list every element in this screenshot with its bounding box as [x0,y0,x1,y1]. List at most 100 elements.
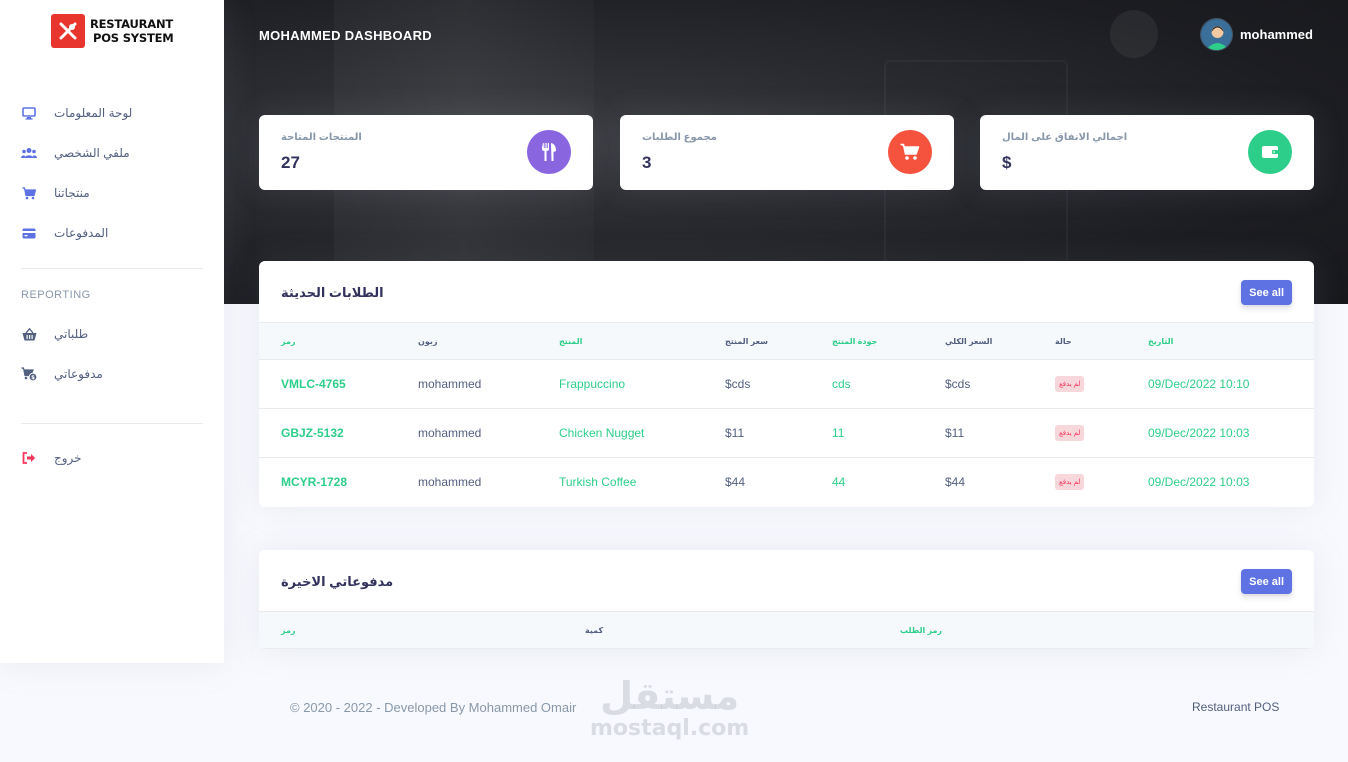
utensils-icon [527,130,571,174]
restaurant-logo-icon [51,14,85,48]
order-quantity: 11 [832,426,845,440]
order-total: $cds [945,377,971,391]
card-title: مدفوعاتي الاخيرة [281,574,394,589]
stat-value: $ [1002,153,1012,172]
stat-title: مجموع الطلبات [642,132,717,143]
order-code: MCYR-1728 [281,475,348,489]
order-customer: mohammed [418,475,482,489]
sidebar-item-payments[interactable]: المدفوعات [0,213,224,253]
table-header: رمز كمية رمز الطلب [259,612,1314,649]
brand-logo[interactable]: RESTAURANT POS SYSTEM [51,14,174,48]
sign-out-icon [21,450,37,466]
stat-value: 3 [642,153,652,172]
cart-dollar-icon: $ [21,366,37,382]
order-date: 09/Dec/2022 10:10 [1148,377,1250,391]
basket-icon [21,326,37,342]
table-row: VMLC-4765 mohammed Frappuccino $cds cds … [259,360,1314,409]
sidebar-heading-reporting: REPORTING [21,289,91,301]
order-price: $44 [725,475,746,489]
status-badge: لم يدفع [1055,376,1085,392]
order-product: Frappuccino [559,377,626,391]
sidebar-item-products[interactable]: منتجاتنا [0,173,224,213]
sidebar-item-label: المدفوعات [54,226,109,240]
order-price: $11 [725,426,745,440]
sidebar-item-my-orders[interactable]: طلباتي [0,314,224,354]
sidebar-divider [21,423,203,424]
order-customer: mohammed [418,426,482,440]
brand-text: RESTAURANT POS SYSTEM [90,17,174,45]
order-quantity: cds [832,377,851,391]
footer-brand-link[interactable]: Restaurant POS [1192,700,1279,714]
stat-card-products: المنتجات المتاحة 27 [259,115,593,190]
order-product: Chicken Nugget [559,426,645,440]
footer-copyright: © 2020 - 2022 - Developed By Mohammed Om… [290,700,577,715]
cart-icon [888,130,932,174]
order-customer: mohammed [418,377,482,391]
table-row: MCYR-1728 mohammed Turkish Coffee $44 44… [259,458,1314,507]
sidebar-logout-nav: خروج [0,438,224,478]
column-header: التاريخ [1148,337,1174,346]
sidebar-item-my-payments[interactable]: $ مدفوعاتي [0,354,224,394]
status-badge: لم يدفع [1055,425,1085,441]
watermark-arabic: مستقل [600,674,740,718]
sidebar: RESTAURANT POS SYSTEM لوحة المعلومات ملف… [0,0,224,663]
order-product: Turkish Coffee [559,475,637,489]
user-menu[interactable]: mohammed [1200,18,1313,51]
column-header: جودة المنتج [832,337,878,346]
recent-payments-card: مدفوعاتي الاخيرة See all رمز كمية رمز ال… [259,550,1314,649]
column-header: رمز [281,626,296,635]
column-header: حالة [1055,337,1072,346]
recent-orders-card: الطلابات الحديثة See all رمز زبون المنتج… [259,261,1314,507]
column-header: رمز [281,337,296,346]
order-date: 09/Dec/2022 10:03 [1148,426,1250,440]
sidebar-item-label: لوحة المعلومات [54,106,133,120]
order-code: GBJZ-5132 [281,426,344,440]
stat-title: اجمالي الانفاق على المال [1002,132,1128,143]
order-total: $44 [945,475,966,489]
stat-card-orders: مجموع الطلبات 3 [620,115,954,190]
sidebar-item-label: طلباتي [54,327,89,341]
column-header: رمز الطلب [900,626,943,635]
column-header: المنتج [559,337,583,346]
card-title: الطلابات الحديثة [281,285,384,300]
status-badge: لم يدفع [1055,474,1085,490]
stat-card-spending: اجمالي الانفاق على المال $ [980,115,1314,190]
column-header: زبون [418,337,438,346]
order-date: 09/Dec/2022 10:03 [1148,475,1250,489]
monitor-icon [21,105,37,121]
header-decoration [1110,10,1158,58]
stat-title: المنتجات المتاحة [281,132,362,143]
table-header: رمز زبون المنتج سعر المنتج جودة المنتج ا… [259,323,1314,360]
order-total: $11 [945,426,965,440]
column-header: كمية [585,626,604,635]
page-title: MOHAMMED DASHBOARD [259,28,432,43]
user-name: mohammed [1240,27,1313,42]
card-header: مدفوعاتي الاخيرة See all [259,550,1314,612]
svg-text:$: $ [31,375,35,381]
sidebar-report-nav: طلباتي $ مدفوعاتي [0,314,224,394]
column-header: السعر الكلي [945,337,993,346]
order-quantity: 44 [832,475,846,489]
see-all-payments-button[interactable]: See all [1241,569,1292,594]
users-icon [21,145,37,161]
credit-card-icon [21,225,37,241]
brand-line-1: RESTAURANT [90,17,174,31]
wallet-icon [1248,130,1292,174]
sidebar-item-label: مدفوعاتي [54,367,103,381]
brand-line-2: POS SYSTEM [93,31,174,45]
watermark-latin: mostaql.com [590,716,750,741]
stat-value: 27 [281,153,300,172]
card-header: الطلابات الحديثة See all [259,261,1314,323]
sidebar-nav: لوحة المعلومات ملفي الشخصي منتجاتنا المد… [0,93,224,253]
see-all-orders-button[interactable]: See all [1241,280,1292,305]
column-header: سعر المنتج [725,337,768,346]
sidebar-item-profile[interactable]: ملفي الشخصي [0,133,224,173]
sidebar-item-dashboard[interactable]: لوحة المعلومات [0,93,224,133]
order-price: $cds [725,377,751,391]
sidebar-divider [21,268,203,269]
cart-icon [21,185,37,201]
table-row: GBJZ-5132 mohammed Chicken Nugget $11 11… [259,409,1314,458]
sidebar-item-label: ملفي الشخصي [54,146,130,160]
avatar [1200,18,1233,51]
sidebar-item-logout[interactable]: خروج [0,438,224,478]
